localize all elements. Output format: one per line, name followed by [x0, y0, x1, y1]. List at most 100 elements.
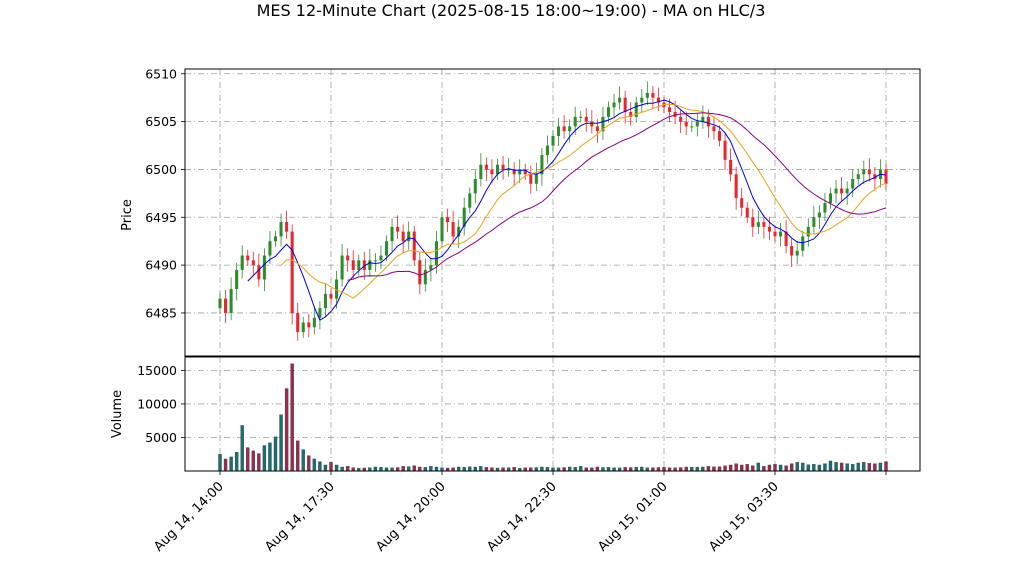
- candle-body: [423, 269, 427, 285]
- volume-bar: [717, 466, 722, 472]
- candle-body: [695, 121, 699, 127]
- volume-bar: [545, 467, 550, 472]
- volume-bar: [812, 464, 816, 472]
- volume-bar: [395, 467, 400, 472]
- candle-body: [240, 255, 244, 270]
- volume-bar: [301, 449, 305, 472]
- volume-bar: [579, 466, 583, 472]
- volume-bar: [773, 464, 777, 472]
- volume-bar: [884, 461, 888, 472]
- price-panel: 6485 6490 6495 6500 6505 6510: [145, 66, 921, 357]
- volume-bar: [401, 466, 405, 472]
- volume-bar: [767, 464, 772, 472]
- volume-bar: [551, 467, 555, 472]
- volume-bar: [878, 462, 883, 472]
- volume-bar: [290, 363, 294, 472]
- candle-body: [373, 260, 377, 262]
- volume-plot-area: [185, 357, 920, 471]
- volume-bar: [240, 425, 244, 472]
- candle-body: [529, 174, 533, 184]
- price-tick-label: 6505: [145, 114, 177, 129]
- candle-body: [384, 241, 389, 256]
- candle-body: [679, 116, 683, 122]
- volume-bar: [384, 467, 389, 472]
- candle-body: [507, 169, 511, 171]
- candle-body: [290, 231, 294, 313]
- candle-body: [812, 217, 816, 227]
- candle-body: [773, 231, 777, 237]
- candle-body: [346, 255, 350, 261]
- volume-bar: [307, 455, 311, 472]
- volume-bar: [351, 467, 355, 472]
- volume-bar: [684, 466, 688, 472]
- candle-body: [235, 269, 239, 290]
- volume-bar: [456, 466, 461, 472]
- candle-body: [268, 241, 272, 256]
- volume-bar: [784, 465, 788, 472]
- candle-body: [318, 308, 322, 318]
- volume-bar: [778, 464, 783, 472]
- candle-body: [734, 174, 738, 199]
- candle-body: [612, 102, 616, 108]
- candle-body: [434, 241, 438, 266]
- volume-bar: [329, 462, 333, 472]
- volume-bar: [284, 388, 289, 472]
- volume-bar: [678, 467, 683, 472]
- candle-body: [823, 202, 827, 213]
- candle-body: [851, 179, 855, 189]
- volume-bar: [429, 466, 433, 472]
- volume-bar: [379, 467, 383, 472]
- volume-axis-label: Volume: [110, 390, 125, 438]
- candle-body: [323, 293, 327, 309]
- candle-body: [584, 116, 588, 122]
- candle-body: [723, 140, 727, 160]
- candle-body: [828, 193, 833, 203]
- chart-root: MES 12-Minute Chart (2025-08-15 18:00~19…: [110, 1, 921, 555]
- volume-bar: [418, 466, 422, 472]
- candle-body: [495, 164, 500, 175]
- candle-body: [701, 116, 705, 122]
- price-tick-label: 6485: [145, 305, 177, 320]
- candle-body: [834, 188, 838, 194]
- candle-body: [651, 92, 655, 98]
- volume-bar: [434, 466, 439, 472]
- candle-body: [490, 169, 494, 175]
- candle-body: [867, 169, 871, 175]
- volume-bar: [723, 465, 727, 472]
- volume-bar: [529, 467, 533, 472]
- candle-body: [279, 222, 283, 237]
- candle-body: [573, 116, 577, 127]
- candle-body: [668, 107, 672, 113]
- candle-body: [301, 322, 305, 333]
- candle-body: [817, 212, 821, 218]
- volume-bar: [468, 466, 472, 472]
- candle-body: [351, 260, 355, 270]
- volume-bar: [740, 464, 744, 472]
- volume-bar: [484, 467, 489, 472]
- volume-bar: [412, 465, 416, 472]
- volume-bar: [312, 458, 317, 472]
- volume-bar: [479, 466, 483, 472]
- volume-bar: [751, 465, 755, 472]
- volume-bar: [567, 466, 572, 472]
- volume-bar: [273, 436, 278, 472]
- candle-body: [296, 312, 300, 333]
- volume-bar: [606, 467, 611, 472]
- candle-body: [568, 126, 572, 132]
- candle-body: [312, 317, 316, 328]
- volume-bar: [223, 458, 228, 472]
- x-tick-label: Aug 15, 01:00: [595, 479, 671, 555]
- volume-bar: [234, 452, 239, 472]
- candle-body: [285, 222, 289, 232]
- candle-body: [557, 126, 561, 136]
- volume-bar: [695, 466, 699, 472]
- volume-bar: [801, 462, 805, 472]
- volume-bar: [701, 466, 705, 472]
- candle-body: [762, 222, 766, 227]
- candle-body: [706, 116, 710, 127]
- volume-bar: [612, 467, 616, 472]
- volume-bar: [268, 442, 272, 472]
- candle-body: [340, 255, 344, 280]
- volume-bar: [279, 414, 283, 472]
- volume-tick-label: 10000: [137, 396, 177, 411]
